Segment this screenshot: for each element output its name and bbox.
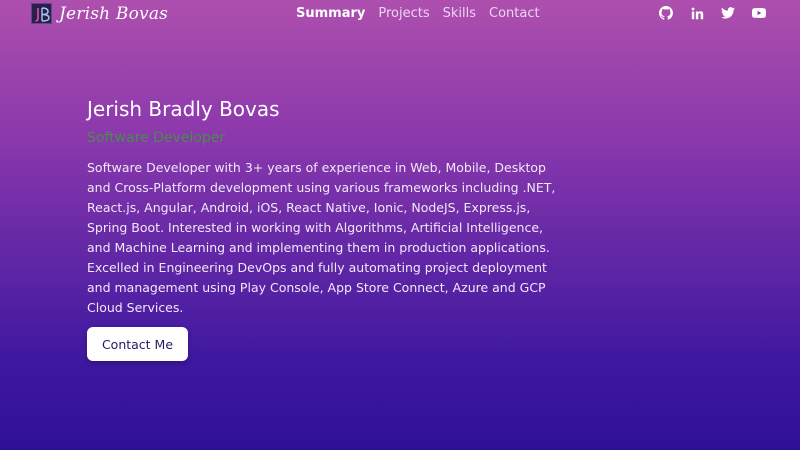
- brand-name: Jerish Bovas: [59, 3, 169, 24]
- github-icon[interactable]: [659, 6, 673, 20]
- nav-link-summary[interactable]: Summary: [296, 6, 365, 21]
- navbar: Jerish Bovas Summary Projects Skills Con…: [0, 0, 800, 28]
- nav-link-projects[interactable]: Projects: [378, 6, 429, 21]
- social-links: [659, 6, 766, 20]
- contact-me-button[interactable]: Contact Me: [87, 327, 188, 361]
- linkedin-icon[interactable]: [690, 6, 704, 20]
- hero-section: Jerish Bradly Bovas Software Developer S…: [87, 96, 557, 318]
- twitter-icon[interactable]: [721, 6, 735, 20]
- nav-links: Summary Projects Skills Contact: [296, 6, 540, 21]
- hero-name: Jerish Bradly Bovas: [87, 97, 280, 121]
- brand-home-link[interactable]: Jerish Bovas: [31, 3, 168, 24]
- hero-bio: Software Developer with 3+ years of expe…: [87, 160, 556, 315]
- youtube-icon[interactable]: [752, 6, 766, 20]
- nav-link-contact[interactable]: Contact: [489, 6, 540, 21]
- hero-role: Software Developer: [87, 130, 226, 146]
- jb-monogram-logo-icon: [31, 3, 52, 24]
- nav-link-skills[interactable]: Skills: [443, 6, 476, 21]
